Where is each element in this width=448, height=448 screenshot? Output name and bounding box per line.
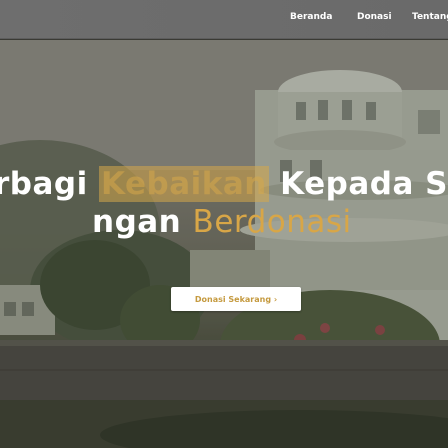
donate-now-button[interactable]: Donasi Sekarang › <box>171 287 301 311</box>
nav-link-tentang[interactable]: Tentang <box>412 12 448 22</box>
hero-headline-line1: rbagi Kebaikan Kepada Sesa <box>0 166 448 202</box>
hero-headline-line2: ngan Berdonasi <box>92 207 448 238</box>
headline-word-dengan: ngan <box>92 204 182 240</box>
nav-link-beranda[interactable]: Beranda <box>290 12 332 22</box>
hero-dark-overlay <box>0 40 448 448</box>
headline-word-berbagi: rbagi <box>0 166 88 202</box>
hero-section: rbagi Kebaikan Kepada Sesa ngan Berdonas… <box>0 40 448 448</box>
headline-word-kebaikan: Kebaikan <box>99 166 269 202</box>
nav-link-donasi[interactable]: Donasi <box>357 12 392 22</box>
headline-word-berdonasi: Berdonasi <box>192 204 352 240</box>
headline-word-kepada-sesama: Kepada Sesa <box>280 166 448 202</box>
top-navbar: Beranda Donasi Tentang <box>0 0 448 39</box>
